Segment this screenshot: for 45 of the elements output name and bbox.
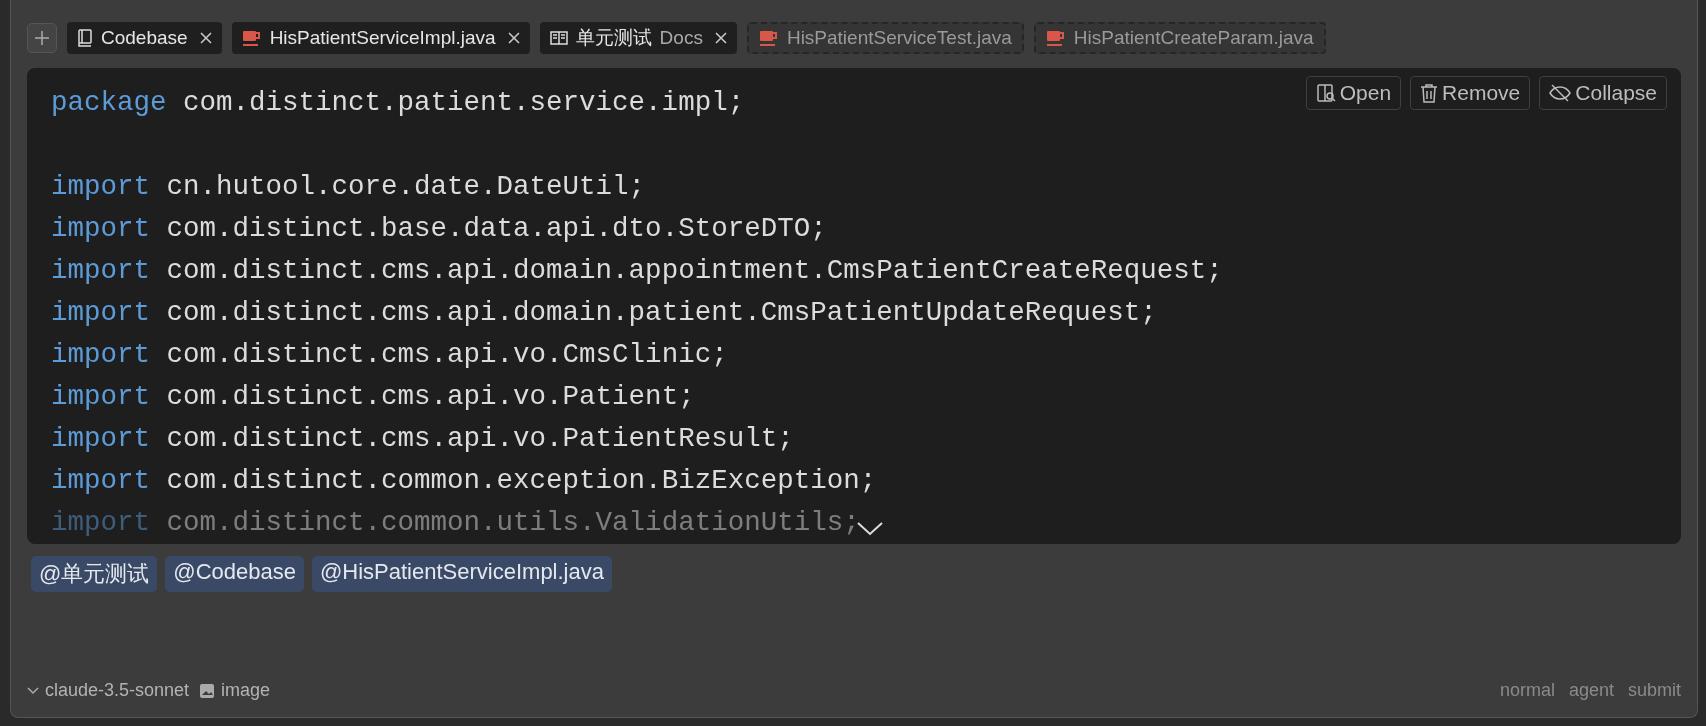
tab-label: HisPatientServiceTest.java bbox=[786, 27, 1012, 49]
context-tab[interactable]: HisPatientServiceImpl.java bbox=[231, 22, 530, 54]
image-icon bbox=[199, 682, 216, 699]
code-line: package com.distinct.patient.service.impl; bbox=[51, 86, 745, 120]
tab-label: Codebase bbox=[101, 27, 188, 49]
add-button[interactable] bbox=[27, 23, 57, 53]
model-selector[interactable]: claude-3.5-sonnet bbox=[27, 680, 190, 701]
code-action-button[interactable]: Collapse bbox=[1539, 76, 1667, 110]
tab-label: 单元测试 bbox=[575, 26, 652, 50]
code-line: import cn.hutool.core.date.DateUtil; bbox=[51, 170, 646, 204]
close-icon bbox=[714, 32, 727, 44]
tab-label: HisPatientServiceImpl.java bbox=[269, 27, 496, 49]
code-line: import com.distinct.common.exception.BizException; bbox=[51, 464, 877, 498]
code-line: import com.distinct.cms.api.vo.Patient; bbox=[51, 380, 695, 414]
mention-chip[interactable]: @Codebase bbox=[165, 556, 304, 592]
context-tab[interactable]: 单元测试 Docs bbox=[539, 22, 737, 54]
chevron-down-icon[interactable] bbox=[857, 522, 883, 536]
chevron-down-icon bbox=[27, 686, 39, 695]
plus-icon bbox=[34, 30, 50, 46]
code-line: import com.distinct.cms.api.vo.CmsClinic; bbox=[51, 338, 728, 372]
tab-label: HisPatientCreateParam.java bbox=[1073, 27, 1314, 49]
close-icon bbox=[507, 32, 520, 44]
suggested-context-tab[interactable]: HisPatientCreateParam.java bbox=[1033, 22, 1326, 54]
code-line: import com.distinct.cms.api.domain.patient.CmsPatientUpdateRequest; bbox=[51, 296, 1157, 330]
tab-suffix: Docs bbox=[659, 27, 703, 49]
image-button[interactable]: image bbox=[199, 680, 271, 701]
suggested-context-tab[interactable]: HisPatientServiceTest.java bbox=[746, 22, 1024, 54]
code-action-button[interactable]: Open bbox=[1305, 76, 1402, 110]
code-action-button[interactable]: Remove bbox=[1410, 76, 1531, 110]
coffee-cup-icon bbox=[1045, 28, 1066, 48]
code-line: import com.distinct.base.data.api.dto.StoreDTO; bbox=[51, 212, 827, 246]
context-tab[interactable]: Codebase bbox=[67, 22, 222, 54]
coffee-cup-icon bbox=[241, 28, 262, 48]
book-icon bbox=[77, 29, 93, 47]
code-line: import com.distinct.cms.api.domain.appointment.CmsPatientCreateRequest; bbox=[51, 254, 1223, 288]
eye-off-icon bbox=[1549, 84, 1572, 102]
mention-chip[interactable]: @单元测试 bbox=[31, 556, 158, 592]
mention-chip[interactable]: @HisPatientServiceImpl.java bbox=[312, 556, 612, 592]
coffee-cup-icon bbox=[758, 28, 779, 48]
close-icon bbox=[199, 32, 212, 44]
trash-icon bbox=[1420, 83, 1439, 103]
panel-search-icon bbox=[1315, 83, 1336, 103]
code-line: import com.distinct.cms.api.vo.PatientResult; bbox=[51, 422, 794, 456]
open-book-icon bbox=[549, 30, 568, 46]
code-line: import com.distinct.common.utils.ValidationUtils; bbox=[51, 506, 860, 540]
